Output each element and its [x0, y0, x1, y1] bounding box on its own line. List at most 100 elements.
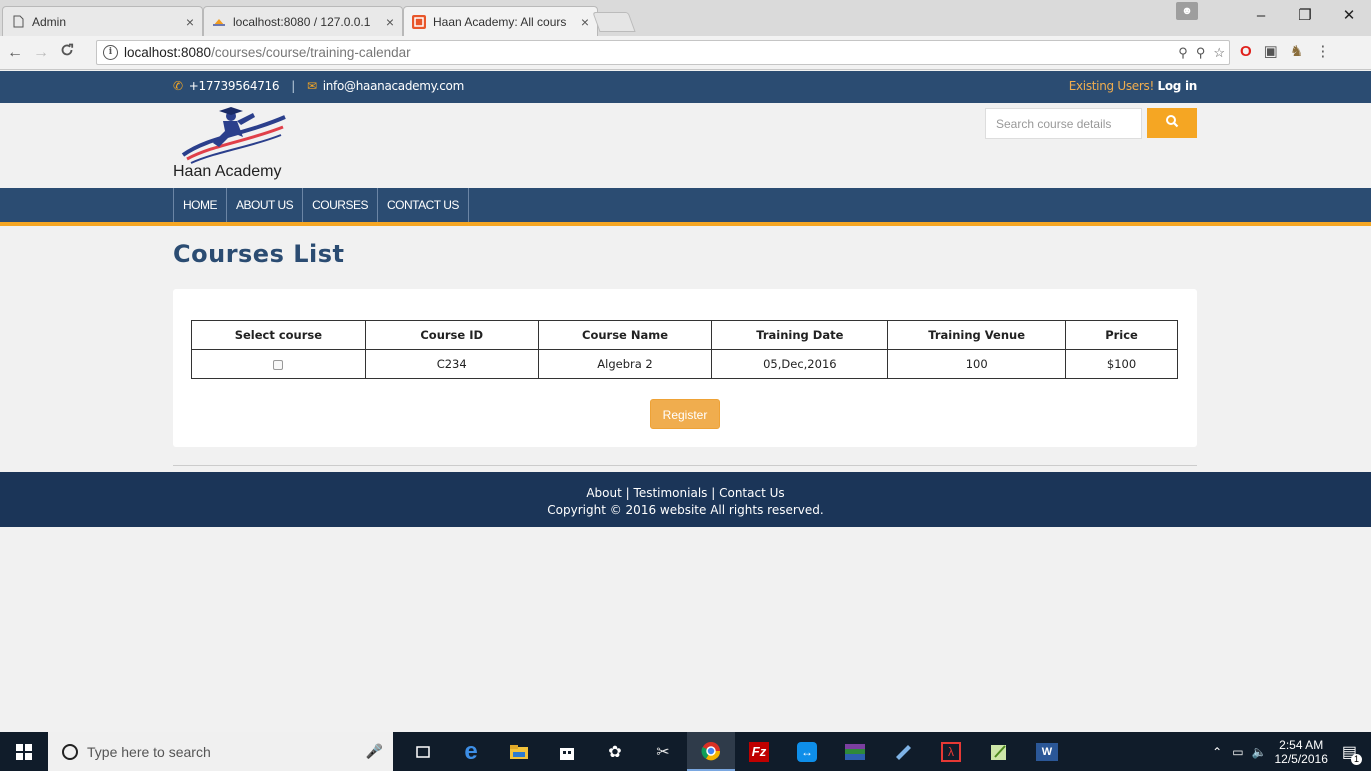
main-navbar: HOME ABOUT US COURSES CONTACT US: [0, 188, 1371, 226]
filezilla-icon[interactable]: Fz: [735, 732, 783, 771]
login-area: Existing Users! Log in: [1068, 79, 1198, 93]
info-icon[interactable]: i: [103, 45, 118, 60]
footer-link-contact-us[interactable]: Contact Us: [719, 486, 785, 500]
windows-logo-icon: [16, 743, 32, 760]
select-course-checkbox[interactable]: [273, 359, 284, 370]
column-header: Course Name: [537, 320, 713, 350]
top-info-bar: ✆ +17739564716 | ✉ info@haanacademy.com …: [0, 71, 1371, 103]
file-explorer-icon[interactable]: [495, 732, 543, 771]
address-bar[interactable]: i localhost:8080/courses/course/training…: [96, 40, 1230, 65]
tab-phpmyadmin[interactable]: localhost:8080 / 127.0.0.1 ×: [203, 6, 403, 36]
back-arrow-icon[interactable]: ←: [4, 44, 26, 62]
notepadpp-icon[interactable]: [975, 732, 1023, 771]
taskbar-apps: e ✿ ✂ Fz ↔ λ W: [399, 732, 1071, 771]
logo-graphic[interactable]: [173, 107, 288, 168]
column-header: Select course: [191, 320, 366, 350]
bookmark-star-icon[interactable]: ☆: [1213, 45, 1225, 61]
tab-close-icon[interactable]: ×: [581, 14, 589, 30]
minimize-button[interactable]: –: [1239, 7, 1283, 24]
training-date-cell: 05,Dec,2016: [711, 349, 889, 379]
extension-cat-icon[interactable]: ♞: [1290, 42, 1303, 60]
url-path: /courses/course/training-calendar: [211, 45, 411, 60]
page-title: Courses List: [173, 240, 345, 268]
tab-close-icon[interactable]: ×: [386, 14, 394, 30]
training-venue-cell: 100: [887, 349, 1067, 379]
paint-icon[interactable]: ✿: [591, 732, 639, 771]
site-favicon-icon: [412, 15, 426, 29]
volume-icon[interactable]: 🔈: [1252, 745, 1267, 759]
opera-icon[interactable]: O: [1240, 43, 1252, 60]
menu-dots-icon[interactable]: ⋮: [1315, 42, 1330, 60]
pin-icon[interactable]: ⚲: [1196, 45, 1206, 61]
course-search-input[interactable]: Search course details: [985, 108, 1142, 139]
microphone-icon[interactable]: 🎤: [366, 743, 383, 760]
winrar-icon[interactable]: [831, 732, 879, 771]
main-content: Courses List Select course Course ID Cou…: [0, 226, 1371, 472]
column-header: Training Date: [711, 320, 889, 350]
nav-menu: HOME ABOUT US COURSES CONTACT US: [173, 188, 469, 222]
new-tab-button[interactable]: [592, 12, 636, 32]
teamviewer-icon[interactable]: ↔: [783, 732, 831, 771]
logo-text: Haan Academy: [173, 163, 282, 180]
nav-item-about-us[interactable]: ABOUT US: [227, 188, 304, 222]
tab-admin[interactable]: Admin ×: [2, 6, 203, 36]
divider: |: [291, 79, 295, 93]
tab-title: Admin: [32, 14, 67, 29]
envelope-icon: ✉: [306, 79, 317, 93]
snipping-tool-icon[interactable]: ✂: [639, 732, 687, 771]
nav-item-home[interactable]: HOME: [173, 188, 227, 222]
footer-link-about[interactable]: About: [586, 486, 621, 500]
tab-close-icon[interactable]: ×: [186, 14, 194, 30]
close-window-button[interactable]: ✕: [1327, 6, 1371, 24]
search-button[interactable]: [1147, 108, 1197, 138]
column-header: Price: [1065, 320, 1178, 350]
url-host: localhost:8080: [124, 45, 212, 60]
notifications-icon[interactable]: ▤ 1: [1342, 742, 1362, 765]
notification-count: 1: [1351, 753, 1362, 765]
course-name-cell: Algebra 2: [537, 349, 713, 379]
copyright-text: Copyright © 2016 website All rights rese…: [547, 503, 824, 517]
restore-button[interactable]: ❐: [1283, 6, 1327, 24]
chrome-icon[interactable]: [687, 732, 735, 771]
tab-haan-academy[interactable]: Haan Academy: All cours ×: [403, 6, 598, 37]
phpmyadmin-icon: [212, 15, 226, 29]
courses-panel: Select course Course ID Course Name Trai…: [173, 289, 1197, 447]
window-controls: – ❐ ✕: [1239, 0, 1371, 30]
taskbar-search[interactable]: Type here to search 🎤: [48, 732, 393, 771]
table-header-row: Select course Course ID Course Name Trai…: [191, 320, 1178, 350]
extension-icons: O ▣ ♞ ⋮: [1240, 42, 1330, 61]
contact-info: ✆ +17739564716 | ✉ info@haanacademy.com: [173, 79, 464, 93]
browser-toolbar: ← → i localhost:8080/courses/course/trai…: [0, 36, 1371, 70]
clock[interactable]: 2:54 AM 12/5/2016: [1274, 738, 1327, 766]
task-view-icon[interactable]: [399, 732, 447, 771]
battery-icon[interactable]: ▭: [1232, 745, 1243, 759]
phone-icon: ✆: [173, 79, 183, 93]
nav-item-contact-us[interactable]: CONTACT US: [378, 188, 469, 222]
word-icon[interactable]: W: [1023, 732, 1071, 771]
web-page: ✆ +17739564716 | ✉ info@haanacademy.com …: [0, 71, 1371, 732]
edge-icon[interactable]: e: [447, 732, 495, 771]
acrobat-icon[interactable]: λ: [927, 732, 975, 771]
nav-item-courses[interactable]: COURSES: [303, 188, 378, 222]
course-id-cell: C234: [364, 349, 539, 379]
divider-line: [173, 465, 1197, 466]
store-icon[interactable]: [543, 732, 591, 771]
forward-arrow-icon[interactable]: →: [30, 44, 52, 62]
email-address[interactable]: info@haanacademy.com: [323, 79, 465, 93]
search-icon: [1166, 115, 1179, 128]
profile-icon[interactable]: ☻: [1176, 2, 1198, 20]
footer-link-testimonials[interactable]: Testimonials: [634, 486, 708, 500]
footer-separator: |: [625, 486, 630, 500]
tab-title: Haan Academy: All cours: [433, 15, 567, 29]
tray-chevron-icon[interactable]: ⌃: [1212, 745, 1222, 759]
reload-icon[interactable]: [56, 43, 78, 62]
login-link[interactable]: Log in: [1157, 79, 1197, 93]
notepad-app-icon[interactable]: [879, 732, 927, 771]
site-header: Haan Academy Search course details: [0, 103, 1371, 188]
clock-date: 12/5/2016: [1274, 751, 1328, 766]
register-button[interactable]: Register: [650, 399, 720, 429]
zoom-icon[interactable]: ⚲: [1178, 45, 1188, 61]
existing-users-text: Existing Users!: [1068, 79, 1155, 93]
extension-square-icon[interactable]: ▣: [1264, 42, 1278, 60]
start-button[interactable]: [0, 732, 48, 771]
